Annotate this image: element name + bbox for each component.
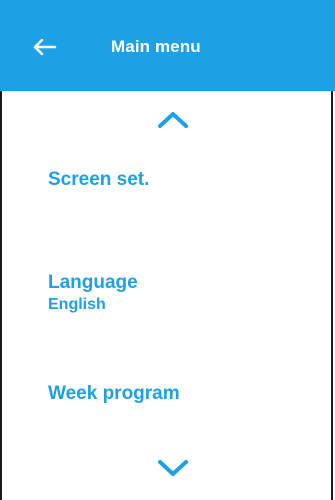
menu-item-language[interactable]: Language English	[48, 272, 138, 314]
menu-item-screen-set[interactable]: Screen set.	[48, 169, 149, 191]
scroll-down-button[interactable]	[155, 456, 191, 480]
scroll-up-button[interactable]	[155, 108, 191, 132]
menu-item-label: Language	[48, 272, 138, 293]
back-button[interactable]	[24, 31, 66, 63]
menu-item-label: Week program	[48, 383, 180, 404]
menu-item-week-program[interactable]: Week program	[48, 383, 180, 405]
chevron-down-icon	[158, 460, 188, 476]
header-bar: Main menu	[0, 0, 335, 91]
menu-item-label: Screen set.	[48, 169, 150, 190]
arrow-left-icon	[33, 39, 57, 55]
chevron-up-icon	[158, 112, 188, 128]
page-title: Main menu	[111, 37, 201, 56]
menu-item-value: English	[48, 296, 106, 313]
main-menu-screen: Main menu Screen set. Language English W…	[0, 0, 335, 500]
menu-content: Screen set. Language English Week progra…	[0, 91, 333, 500]
